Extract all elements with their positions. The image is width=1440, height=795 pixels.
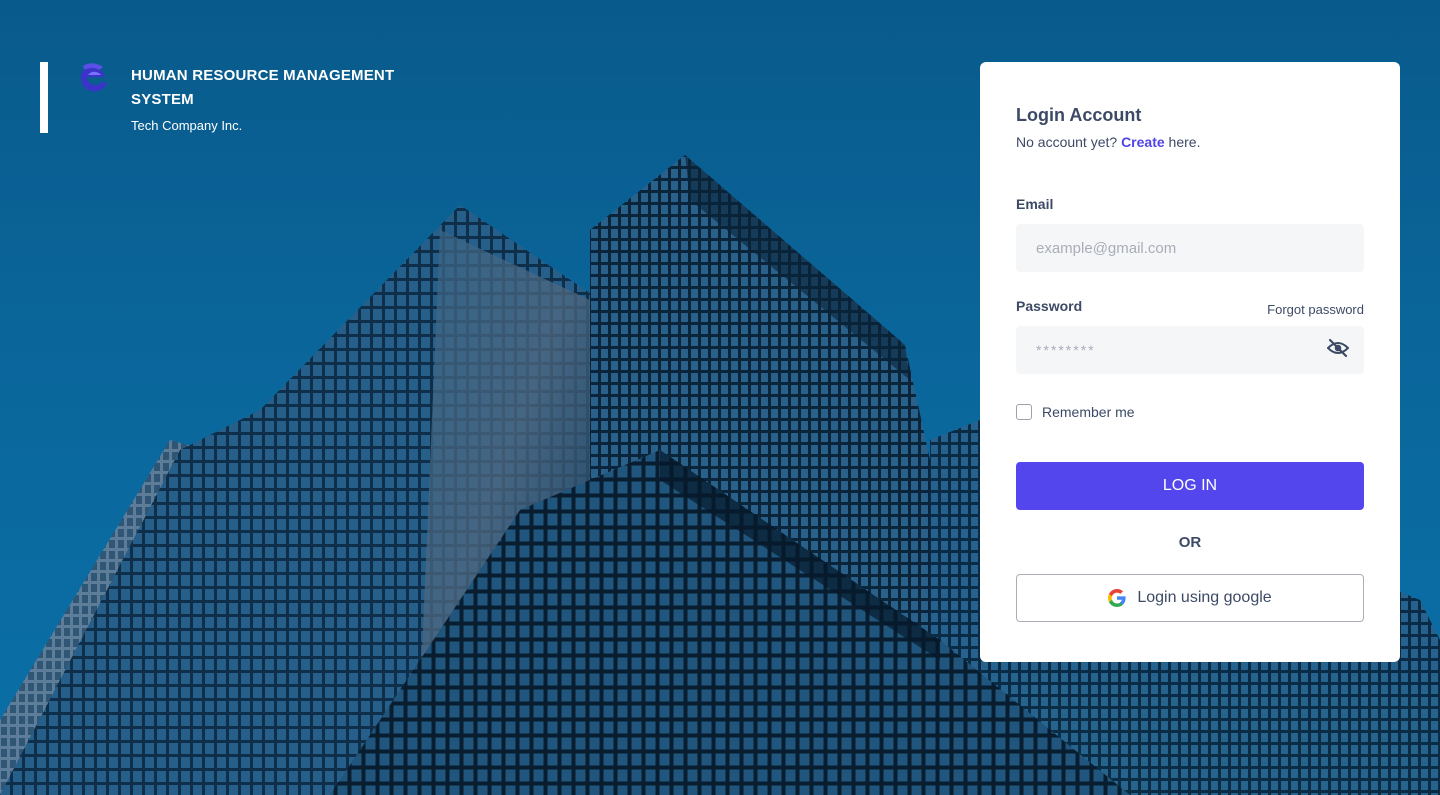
brand-header: HUMAN RESOURCE MANAGEMENT SYSTEM Tech Co…: [40, 62, 431, 133]
google-login-button[interactable]: Login using google: [1016, 574, 1364, 622]
password-label: Password: [1016, 298, 1083, 314]
login-button[interactable]: LOG IN: [1016, 462, 1364, 510]
no-account-text: No account yet?: [1016, 134, 1118, 150]
company-name: Tech Company Inc.: [131, 118, 243, 133]
login-title: Login Account: [1016, 105, 1142, 125]
or-divider-text: OR: [1178, 534, 1202, 551]
google-icon: [1108, 589, 1126, 607]
google-login-label: Login using google: [1137, 589, 1272, 606]
password-input[interactable]: [1016, 326, 1364, 374]
forgot-password-link[interactable]: Forgot password: [1267, 302, 1364, 317]
remember-me-row: Remember me: [1016, 404, 1135, 420]
create-account-link[interactable]: Create: [1121, 134, 1165, 150]
signup-prompt: No account yet? Create here.: [1016, 134, 1200, 150]
company-logo-icon: [79, 62, 109, 94]
login-card: Login Account No account yet? Create her…: [980, 62, 1400, 662]
eye-slash-icon[interactable]: [1326, 338, 1350, 358]
email-input[interactable]: [1016, 224, 1364, 272]
email-label: Email: [1016, 196, 1054, 212]
brand-accent-bar: [40, 62, 48, 133]
app-title: HUMAN RESOURCE MANAGEMENT SYSTEM: [131, 67, 395, 108]
remember-me-checkbox[interactable]: [1016, 404, 1032, 420]
create-suffix-text: here.: [1168, 134, 1201, 150]
remember-me-label: Remember me: [1042, 404, 1135, 420]
